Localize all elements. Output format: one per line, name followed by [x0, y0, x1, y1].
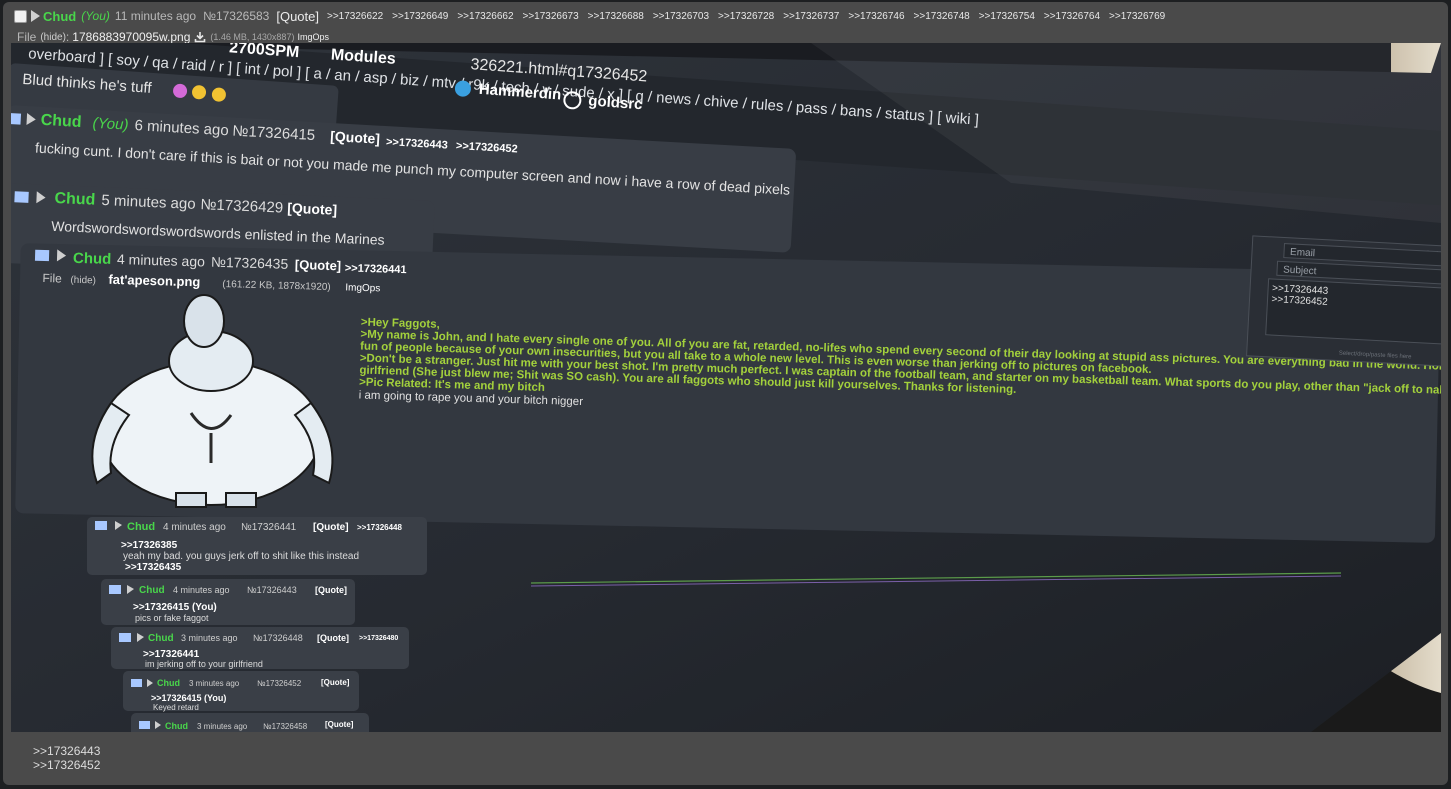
file-info: File (hide) : 1786883970095w.png (1.46 M…: [17, 30, 329, 44]
screen-post-you: (You): [92, 115, 129, 134]
screen-post: Chud 4 minutes ago №17326443 [Quote] >>1…: [101, 579, 355, 625]
screen-post-line: >>17326415 (You): [151, 693, 226, 703]
post-comment: >>17326443 >>17326452: [33, 744, 100, 772]
backlink[interactable]: >>17326703: [653, 11, 709, 22]
screen-post-quote: [Quote]: [313, 522, 349, 533]
screen-post: Chud 3 minutes ago №17326458 [Quote]: [131, 713, 369, 732]
backlink[interactable]: >>17326688: [588, 11, 644, 22]
screen-post-backlink: >>17326441: [345, 262, 407, 276]
screen-form-email: Email: [1290, 247, 1316, 259]
screen-post-quote: [Quote]: [287, 200, 337, 218]
poster-name: Chud: [43, 8, 77, 24]
backlink[interactable]: >>17326662: [457, 11, 513, 22]
backlink[interactable]: >>17326754: [979, 11, 1035, 22]
post-info: Chud (You) 11 minutes ago №17326583 [Quo…: [14, 7, 1174, 25]
screen-post-quote: [Quote]: [325, 720, 354, 729]
screen-file-name: fat'apeson.png: [108, 272, 200, 290]
screen-post-name: Chud: [40, 112, 82, 131]
screen-post: Chud 3 minutes ago №17326448 [Quote] >>1…: [111, 627, 409, 669]
screen-post-number: №17326435: [211, 254, 289, 272]
screen-post: Chud 3 minutes ago №17326452 [Quote] >>1…: [123, 671, 359, 712]
screen-quick-reply: Quick Email Subject >>17326443 >>1732645…: [1246, 235, 1441, 367]
screen-post-time: 3 minutes ago: [197, 722, 248, 731]
post-menu-icon[interactable]: [31, 10, 40, 22]
screen-post-name: Chud: [165, 721, 188, 731]
screen-post-line: >>17326415 (You): [133, 602, 217, 613]
screen-post-number: №17326443: [247, 585, 297, 595]
post-number[interactable]: №17326583: [203, 9, 269, 23]
you-marker: (You): [81, 9, 110, 23]
backlink[interactable]: >>17326622: [327, 11, 383, 22]
quote-link[interactable]: >>17326443: [33, 744, 100, 758]
screen-post-line: >>17326385: [121, 540, 178, 551]
screen-post-time: 4 minutes ago: [117, 251, 206, 269]
screen-file-imgops: ImgOps: [345, 282, 380, 294]
screen-post-number: №17326448: [253, 633, 303, 643]
screen-post-line: >>17326435: [125, 562, 182, 573]
select-checkbox[interactable]: [14, 9, 27, 23]
screen-post-quote: [Quote]: [295, 257, 342, 273]
screen-post-quote: [Quote]: [321, 678, 350, 687]
file-colon: :: [65, 30, 70, 44]
backlink[interactable]: >>17326728: [718, 11, 774, 22]
screen-file-label: File: [42, 271, 62, 286]
file-name-link[interactable]: 1786883970095w.png: [72, 30, 190, 44]
screen-photo: overboard ] [ soy / qa / raid / r ] [ in…: [11, 43, 1441, 732]
imgops-link[interactable]: ImgOps: [297, 32, 329, 42]
screen-post-quote: [Quote]: [330, 128, 381, 147]
screen-post-line: pics or fake faggot: [135, 613, 209, 623]
screen-post-name: Chud: [157, 678, 180, 688]
screen-post-number: №17326452: [257, 679, 302, 688]
attached-image[interactable]: overboard ] [ soy / qa / raid / r ] [ in…: [11, 43, 1441, 732]
screen-post-quote: [Quote]: [315, 585, 347, 595]
screen-post-line: im jerking off to your girlfriend: [145, 659, 263, 669]
screen-post-time: 3 minutes ago: [189, 679, 240, 688]
screen-post-number: №17326458: [263, 722, 308, 731]
screen-post-op-image: Chud 4 minutes ago №17326435 [Quote] >>1…: [15, 243, 1441, 543]
screen-post: Chud 4 minutes ago №17326441 [Quote] >>1…: [87, 517, 427, 575]
screen-post-name: Chud: [127, 521, 155, 533]
file-meta: (1.46 MB, 1430x887): [210, 32, 295, 42]
screen-post-line: Keyed retard: [153, 703, 199, 712]
screen-form-subject: Subject: [1283, 265, 1317, 278]
screen-post-number: №17326429: [200, 196, 283, 216]
quote-link[interactable]: >>17326452: [33, 758, 100, 772]
screen-post-line: yeah my bad. you guys jerk off to shit l…: [123, 551, 359, 562]
screen-post-backlink: >>17326448: [357, 523, 402, 532]
screen-post-quote: [Quote]: [317, 633, 349, 643]
screen-post-name: Chud: [148, 633, 174, 644]
backlink[interactable]: >>17326746: [848, 11, 904, 22]
screen-post-number: №17326441: [241, 522, 297, 533]
screen-post-name: Chud: [139, 585, 165, 596]
screen-post-backlink: >>17326480: [359, 635, 398, 642]
post-time: 11 minutes ago: [114, 9, 197, 23]
quote-button[interactable]: [Quote]: [276, 9, 319, 24]
screen-file-hide: (hide): [70, 275, 96, 287]
hide-file-link[interactable]: (hide): [40, 32, 66, 43]
reply-post: Chud (You) 11 minutes ago №17326583 [Quo…: [3, 2, 1448, 785]
screen-post-name: Chud: [54, 190, 96, 209]
backlink[interactable]: >>17326649: [392, 11, 448, 22]
backlink[interactable]: >>17326748: [914, 11, 970, 22]
screen-post-time: 4 minutes ago: [163, 522, 226, 533]
screen-post-time: 3 minutes ago: [181, 633, 238, 643]
backlink[interactable]: >>17326769: [1109, 11, 1165, 22]
screen-post-name: Chud: [73, 250, 112, 268]
backlink[interactable]: >>17326673: [523, 11, 579, 22]
backlink[interactable]: >>17326737: [783, 11, 839, 22]
download-icon[interactable]: [194, 31, 206, 43]
backlink[interactable]: >>17326764: [1044, 11, 1100, 22]
screen-post-time: 4 minutes ago: [173, 585, 230, 595]
file-label: File: [17, 30, 37, 44]
